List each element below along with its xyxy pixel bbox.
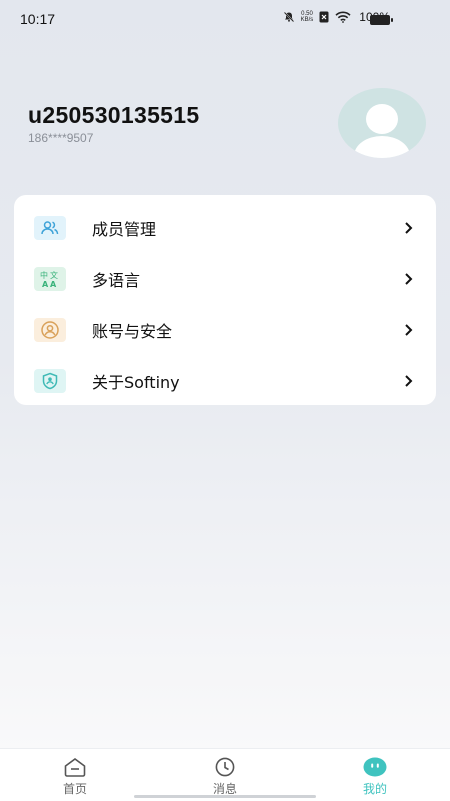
- home-indicator[interactable]: [134, 795, 316, 798]
- chevron-right-icon: [405, 375, 413, 387]
- menu-item-language[interactable]: 中 文 A A 多语言: [14, 254, 436, 304]
- wifi-icon: [335, 11, 351, 23]
- username: u250530135515: [28, 102, 200, 128]
- chevron-right-icon: [405, 324, 413, 336]
- chevron-right-icon: [405, 273, 413, 285]
- language-icon: 中 文 A A: [34, 267, 66, 291]
- tab-home[interactable]: 首页: [0, 749, 150, 801]
- mute-bell-icon: [283, 11, 294, 23]
- no-sim-icon: [319, 11, 329, 23]
- network-speed: 0.50 KB/s: [300, 11, 314, 23]
- phone-number: 186****9507: [28, 131, 94, 145]
- menu-item-members[interactable]: 成员管理: [14, 203, 436, 253]
- svg-text:文: 文: [50, 270, 58, 280]
- menu-item-account-security[interactable]: 账号与安全: [14, 305, 436, 355]
- svg-text:中: 中: [40, 270, 48, 280]
- chevron-right-icon: [405, 222, 413, 234]
- svg-text:A: A: [42, 280, 49, 288]
- menu-label-account-security: 账号与安全: [92, 322, 173, 341]
- tab-messages[interactable]: 消息: [150, 749, 300, 801]
- avatar-body: [354, 136, 410, 158]
- status-time: 10:17: [20, 11, 56, 27]
- tab-label-profile: 我的: [362, 782, 387, 796]
- avatar[interactable]: [338, 88, 426, 158]
- menu-label-about: 关于Softiny: [92, 373, 180, 392]
- clock-icon: [215, 757, 235, 777]
- menu-label-members: 成员管理: [92, 220, 157, 239]
- home-icon: [64, 758, 86, 777]
- account-security-icon: [34, 318, 66, 342]
- tab-profile[interactable]: 我的: [300, 749, 450, 801]
- battery-icon: [370, 15, 393, 25]
- svg-text:A: A: [50, 280, 57, 288]
- tab-label-home: 首页: [62, 782, 87, 796]
- status-bar: 10:17 0.50 KB/s 100%: [0, 0, 450, 40]
- members-icon: [34, 216, 66, 240]
- menu-label-language: 多语言: [92, 271, 141, 290]
- settings-menu: 成员管理 中 文 A A 多语言 账号与安全 关于Softiny: [14, 195, 436, 405]
- avatar-head: [366, 104, 398, 134]
- menu-item-about[interactable]: 关于Softiny: [14, 356, 436, 406]
- profile-face-icon: [363, 757, 387, 777]
- about-icon: [34, 369, 66, 393]
- bottom-tab-bar: 首页 消息 我的: [0, 748, 450, 801]
